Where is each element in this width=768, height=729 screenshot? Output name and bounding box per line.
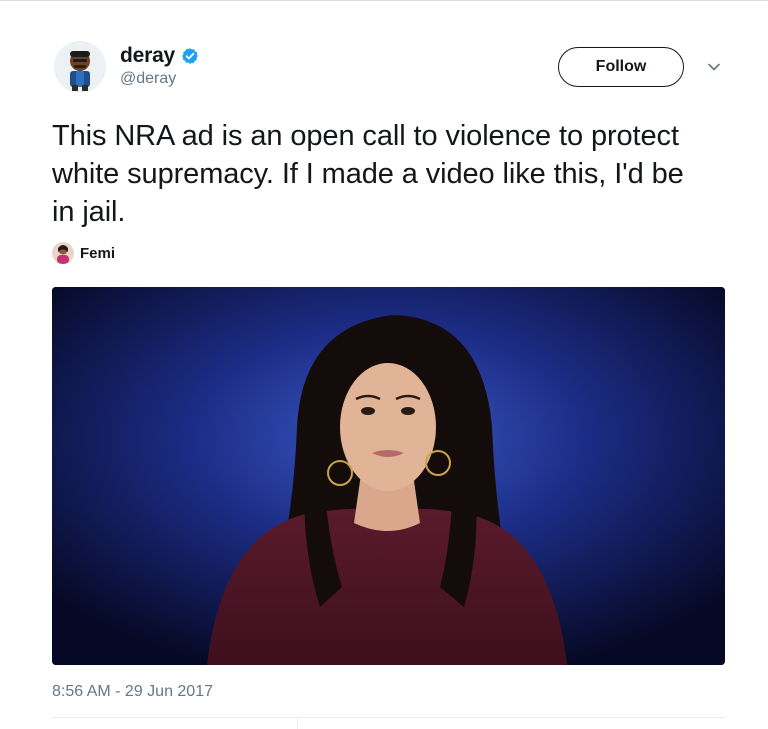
video-frame-illustration (52, 287, 725, 665)
tagged-user-avatar (52, 242, 74, 264)
author-identity[interactable]: deray @deray (120, 43, 199, 88)
verified-badge-icon (182, 48, 198, 64)
display-name-row: deray (120, 43, 199, 69)
author-display-name[interactable]: deray (120, 44, 175, 68)
stats-divider (52, 717, 725, 718)
tweet-text: This NRA ad is an open call to violence … (52, 120, 684, 228)
author-handle[interactable]: @deray (120, 70, 199, 88)
avatar-illustration (54, 41, 106, 93)
tweet-timestamp[interactable]: 8:56 AM - 29 Jun 2017 (52, 683, 213, 701)
video-preview[interactable] (52, 287, 725, 665)
tweet-header: deray @deray Follow (54, 39, 744, 101)
tagged-user-name: Femi (80, 244, 116, 262)
tweet-card: deray @deray Follow This NRA ad is an op… (0, 0, 768, 729)
chevron-down-icon[interactable] (706, 59, 722, 75)
tagged-user[interactable]: Femi (52, 242, 115, 264)
follow-button[interactable]: Follow (558, 47, 684, 87)
stats-divider-notch (297, 717, 298, 729)
author-avatar[interactable] (54, 41, 106, 93)
